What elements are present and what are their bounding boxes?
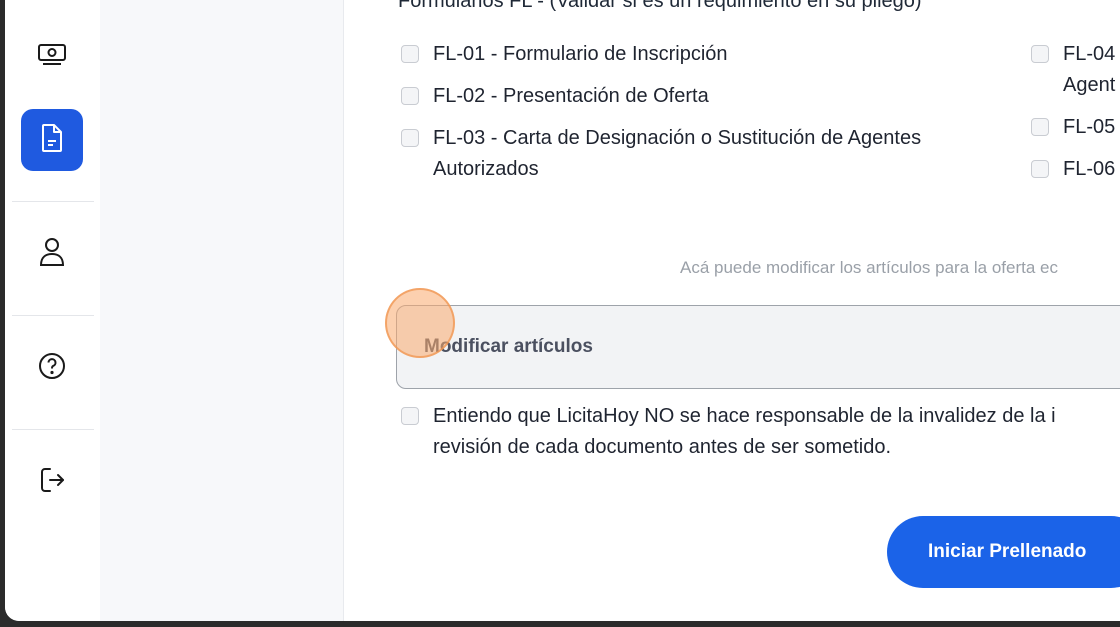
sidebar-divider [12,201,94,202]
checkbox-label-line: FL-03 - Carta de Designación o Sustituci… [433,127,922,149]
sidebar-item-documents[interactable] [21,109,83,171]
sidebar [5,0,100,621]
checkbox-fl-05[interactable]: FL-05 [1031,112,1115,143]
logout-icon [38,466,66,499]
sidebar-divider [12,429,94,430]
start-prefill-button[interactable]: Iniciar Prellenado [887,516,1120,588]
checkbox-box[interactable] [1031,45,1049,63]
checkbox-fl-03[interactable]: FL-03 - Carta de Designación o Sustituci… [401,123,921,185]
checkbox-label: FL-04 Agent [1063,39,1115,101]
modify-articles-button[interactable]: Modificar artículos [396,305,1120,389]
help-icon [38,352,66,385]
checkbox-box[interactable] [1031,118,1049,136]
articles-hint: Acá puede modificar los artículos para l… [680,258,1058,277]
money-icon [37,42,67,73]
document-icon [39,123,65,158]
sidebar-divider [12,315,94,316]
app-frame: Formularios FL - (Validar si es un requi… [5,0,1120,621]
main-content: Formularios FL - (Validar si es un requi… [344,0,1120,621]
checkbox-label: FL-01 - Formulario de Inscripción [433,43,728,65]
sidebar-item-finance[interactable] [21,26,83,88]
disclaimer-line: revisión de cada documento antes de ser … [433,436,892,458]
checkbox-label: FL-03 - Carta de Designación o Sustituci… [433,123,921,185]
sidebar-item-profile[interactable] [21,223,83,285]
checkbox-label-line: Autorizados [433,158,539,180]
checkbox-fl-06[interactable]: FL-06 [1031,154,1115,185]
user-icon [38,236,66,273]
checkbox-box[interactable] [401,407,419,425]
checkbox-label: FL-05 [1063,116,1116,138]
checkbox-box[interactable] [401,87,419,105]
checkbox-label: Entiendo que LicitaHoy NO se hace respon… [433,401,1056,463]
modify-articles-label: Modificar artículos [424,336,593,357]
checkbox-fl-04[interactable]: FL-04 Agent [1031,39,1115,101]
checkbox-label: FL-06 [1063,158,1116,180]
sidebar-item-logout[interactable] [21,451,83,513]
checkbox-box[interactable] [1031,160,1049,178]
side-panel [100,0,344,621]
checkbox-fl-01[interactable]: FL-01 - Formulario de Inscripción [401,39,728,70]
checkbox-disclaimer[interactable]: Entiendo que LicitaHoy NO se hace respon… [401,401,1056,463]
checkbox-fl-02[interactable]: FL-02 - Presentación de Oferta [401,81,709,112]
checkbox-label: FL-02 - Presentación de Oferta [433,85,709,107]
disclaimer-line: Entiendo que LicitaHoy NO se hace respon… [433,405,1056,427]
checkbox-label-line: Agent [1063,74,1116,96]
sidebar-item-help[interactable] [21,337,83,399]
checkbox-label-line: FL-04 [1063,43,1116,65]
checkbox-box[interactable] [401,45,419,63]
checkbox-box[interactable] [401,129,419,147]
forms-section-title: Formularios FL - (Validar si es un requi… [398,0,922,12]
